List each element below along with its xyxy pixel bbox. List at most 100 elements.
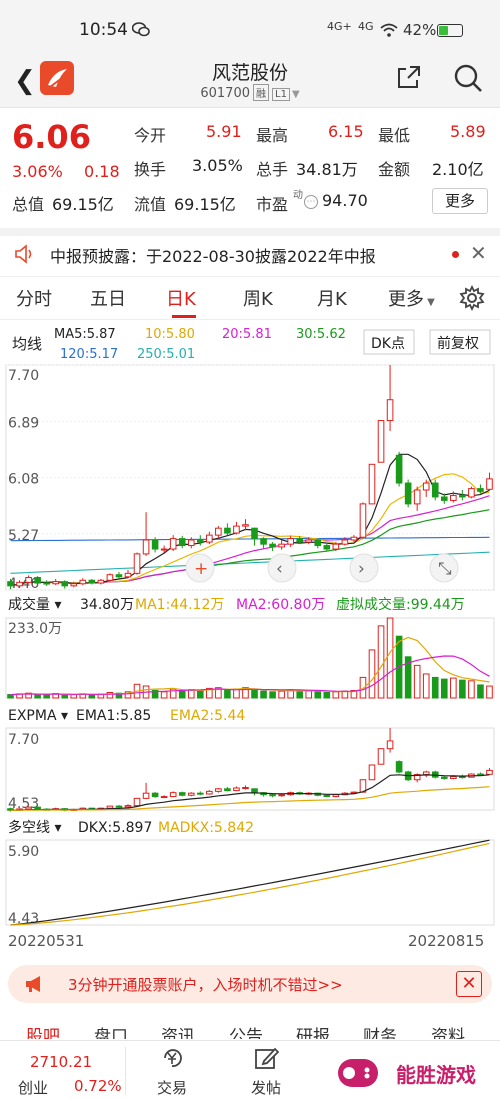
expma-candle-body — [269, 794, 276, 797]
volume-bar — [106, 692, 114, 699]
pe-dynamic-mark: 动 — [293, 190, 303, 201]
volume-bar — [260, 690, 267, 699]
high-label: 最高 — [256, 126, 289, 145]
volume-bar — [413, 664, 421, 699]
earnings-notice[interactable]: 中报预披露：于2022-08-30披露2022年中报 ✕ — [0, 228, 500, 268]
total-mv-value: 69.15亿 — [52, 195, 114, 214]
expma-candle-body — [242, 786, 249, 789]
expma-candle-body — [395, 761, 403, 773]
tab-intraday[interactable]: 分时 — [16, 285, 52, 311]
search-icon[interactable] — [452, 62, 484, 94]
madkx-line — [10, 842, 490, 926]
ema1-value: EMA1:5.85 — [76, 708, 151, 724]
float-mv-label: 流值 — [134, 195, 167, 214]
speaker-icon — [15, 244, 32, 264]
kline-chart-area[interactable]: 均线 MA5:5.87 10:5.80 20:5.81 30:5.62 120:… — [0, 320, 500, 960]
low-value: 5.89 — [450, 122, 486, 141]
expma-panel: EXPMA ▾ EMA1:5.85 EMA2:5.447.704.53 — [5, 708, 495, 812]
subtab-profile[interactable]: 资料 — [431, 1022, 465, 1039]
candle-body — [196, 539, 204, 543]
volume-bar — [486, 685, 493, 699]
price-tick-label: 6.89 — [8, 415, 39, 431]
candle-body — [133, 553, 141, 574]
candle-body — [70, 583, 78, 587]
trade-label: 交易 — [156, 1079, 187, 1097]
candle-body — [215, 527, 222, 536]
candle-body — [61, 581, 69, 587]
candle-body — [350, 536, 358, 541]
index-name[interactable]: 创业 — [18, 1077, 48, 1098]
volume-bar — [233, 688, 240, 699]
expma-candle-body — [224, 788, 231, 792]
tab-daily-k[interactable]: 日K — [166, 285, 196, 311]
candle-body — [178, 538, 186, 547]
volume-bar — [359, 676, 367, 699]
close-icon[interactable]: ✕ — [456, 971, 482, 997]
trade-button[interactable]: 交易 — [142, 1045, 202, 1098]
ma20-label: 20:5.81 — [222, 327, 272, 342]
volume-bar — [305, 690, 313, 699]
index-value[interactable]: 2710.21 — [30, 1053, 92, 1071]
post-label: 发帖 — [250, 1079, 281, 1097]
stock-code-row[interactable]: 601700 融 L1 ▼ — [0, 84, 500, 101]
expma-candle-body — [377, 748, 385, 765]
candle-body — [413, 489, 421, 505]
candle-body — [169, 538, 177, 550]
dkx-tick-label: 5.90 — [8, 844, 39, 860]
subtab-announcements[interactable]: 公告 — [229, 1022, 263, 1039]
candle-body — [124, 572, 132, 578]
price-tick-label: 5.27 — [8, 528, 39, 544]
volume-label: 总手 — [256, 160, 289, 179]
ma30-line — [10, 509, 490, 587]
volume-value: 34.81万 — [296, 160, 358, 179]
tab-five-day[interactable]: 五日 — [90, 285, 126, 311]
volume-bar — [160, 691, 168, 699]
candle-body — [296, 538, 304, 543]
open-account-banner[interactable]: 3分钟开通股票账户，入场时机不错过>> ✕ — [8, 965, 492, 1003]
candle-body — [314, 539, 322, 547]
gear-icon[interactable] — [459, 285, 485, 311]
ema2-value: EMA2:5.44 — [170, 708, 245, 724]
active-tab-indicator — [172, 315, 196, 318]
close-icon[interactable]: ✕ — [470, 241, 487, 265]
level-tag: L1 — [272, 88, 290, 101]
volume-bar — [196, 689, 204, 699]
tab-monthly-k[interactable]: 月K — [317, 285, 347, 311]
tab-more[interactable]: 更多 ▼ — [388, 285, 435, 311]
candle-body — [25, 577, 32, 583]
subtab-finance[interactable]: 财务 — [363, 1022, 397, 1039]
volume-ma1: MA1:44.12万 — [135, 597, 224, 613]
candle-body — [368, 463, 376, 505]
kline-chart[interactable]: 均线 MA5:5.87 10:5.80 20:5.81 30:5.62 120:… — [0, 320, 500, 960]
more-quote-button[interactable]: 更多 — [432, 188, 488, 214]
post-button[interactable]: 发帖 — [236, 1045, 296, 1098]
subtab-news[interactable]: 资讯 — [161, 1022, 195, 1039]
battery-percent: 42% — [403, 21, 437, 39]
dk-point-label: DK点 — [371, 336, 405, 352]
candle-body — [233, 525, 240, 534]
subtab-forum[interactable]: 股吧 — [26, 1022, 60, 1039]
candle-body — [377, 420, 385, 463]
candle-body — [16, 581, 23, 587]
candle-body — [332, 543, 340, 550]
index-pct: 0.72% — [74, 1077, 122, 1095]
stock-name: 风范股份 — [211, 62, 288, 84]
candle-body — [224, 527, 231, 534]
volume-bar — [323, 692, 331, 699]
candle-body — [34, 577, 41, 584]
expma-candle-body — [332, 794, 340, 798]
megaphone-icon — [26, 976, 40, 992]
dkx-panel: 多空线 ▾ DKX:5.897 MADKX:5.8425.904.432022053… — [5, 819, 495, 950]
subtab-research[interactable]: 研报 — [296, 1022, 330, 1039]
watermark: 能胜游戏 — [322, 1045, 500, 1100]
ema2-line — [10, 786, 490, 811]
share-icon[interactable] — [396, 64, 422, 90]
amount-label: 金额 — [378, 160, 411, 179]
volume-panel: 成交量 ▾ 34.80万 MA1:44.12万 MA2:60.80万 虚拟成交量:99.… — [5, 596, 495, 699]
expma-candle-body — [124, 805, 132, 808]
subtab-order-book[interactable]: 盘口 — [94, 1022, 128, 1039]
tab-weekly-k[interactable]: 周K — [243, 285, 273, 311]
info-icon[interactable]: ⋯ — [304, 195, 318, 209]
wechat-icon — [132, 22, 150, 37]
volume-bar — [314, 691, 322, 699]
